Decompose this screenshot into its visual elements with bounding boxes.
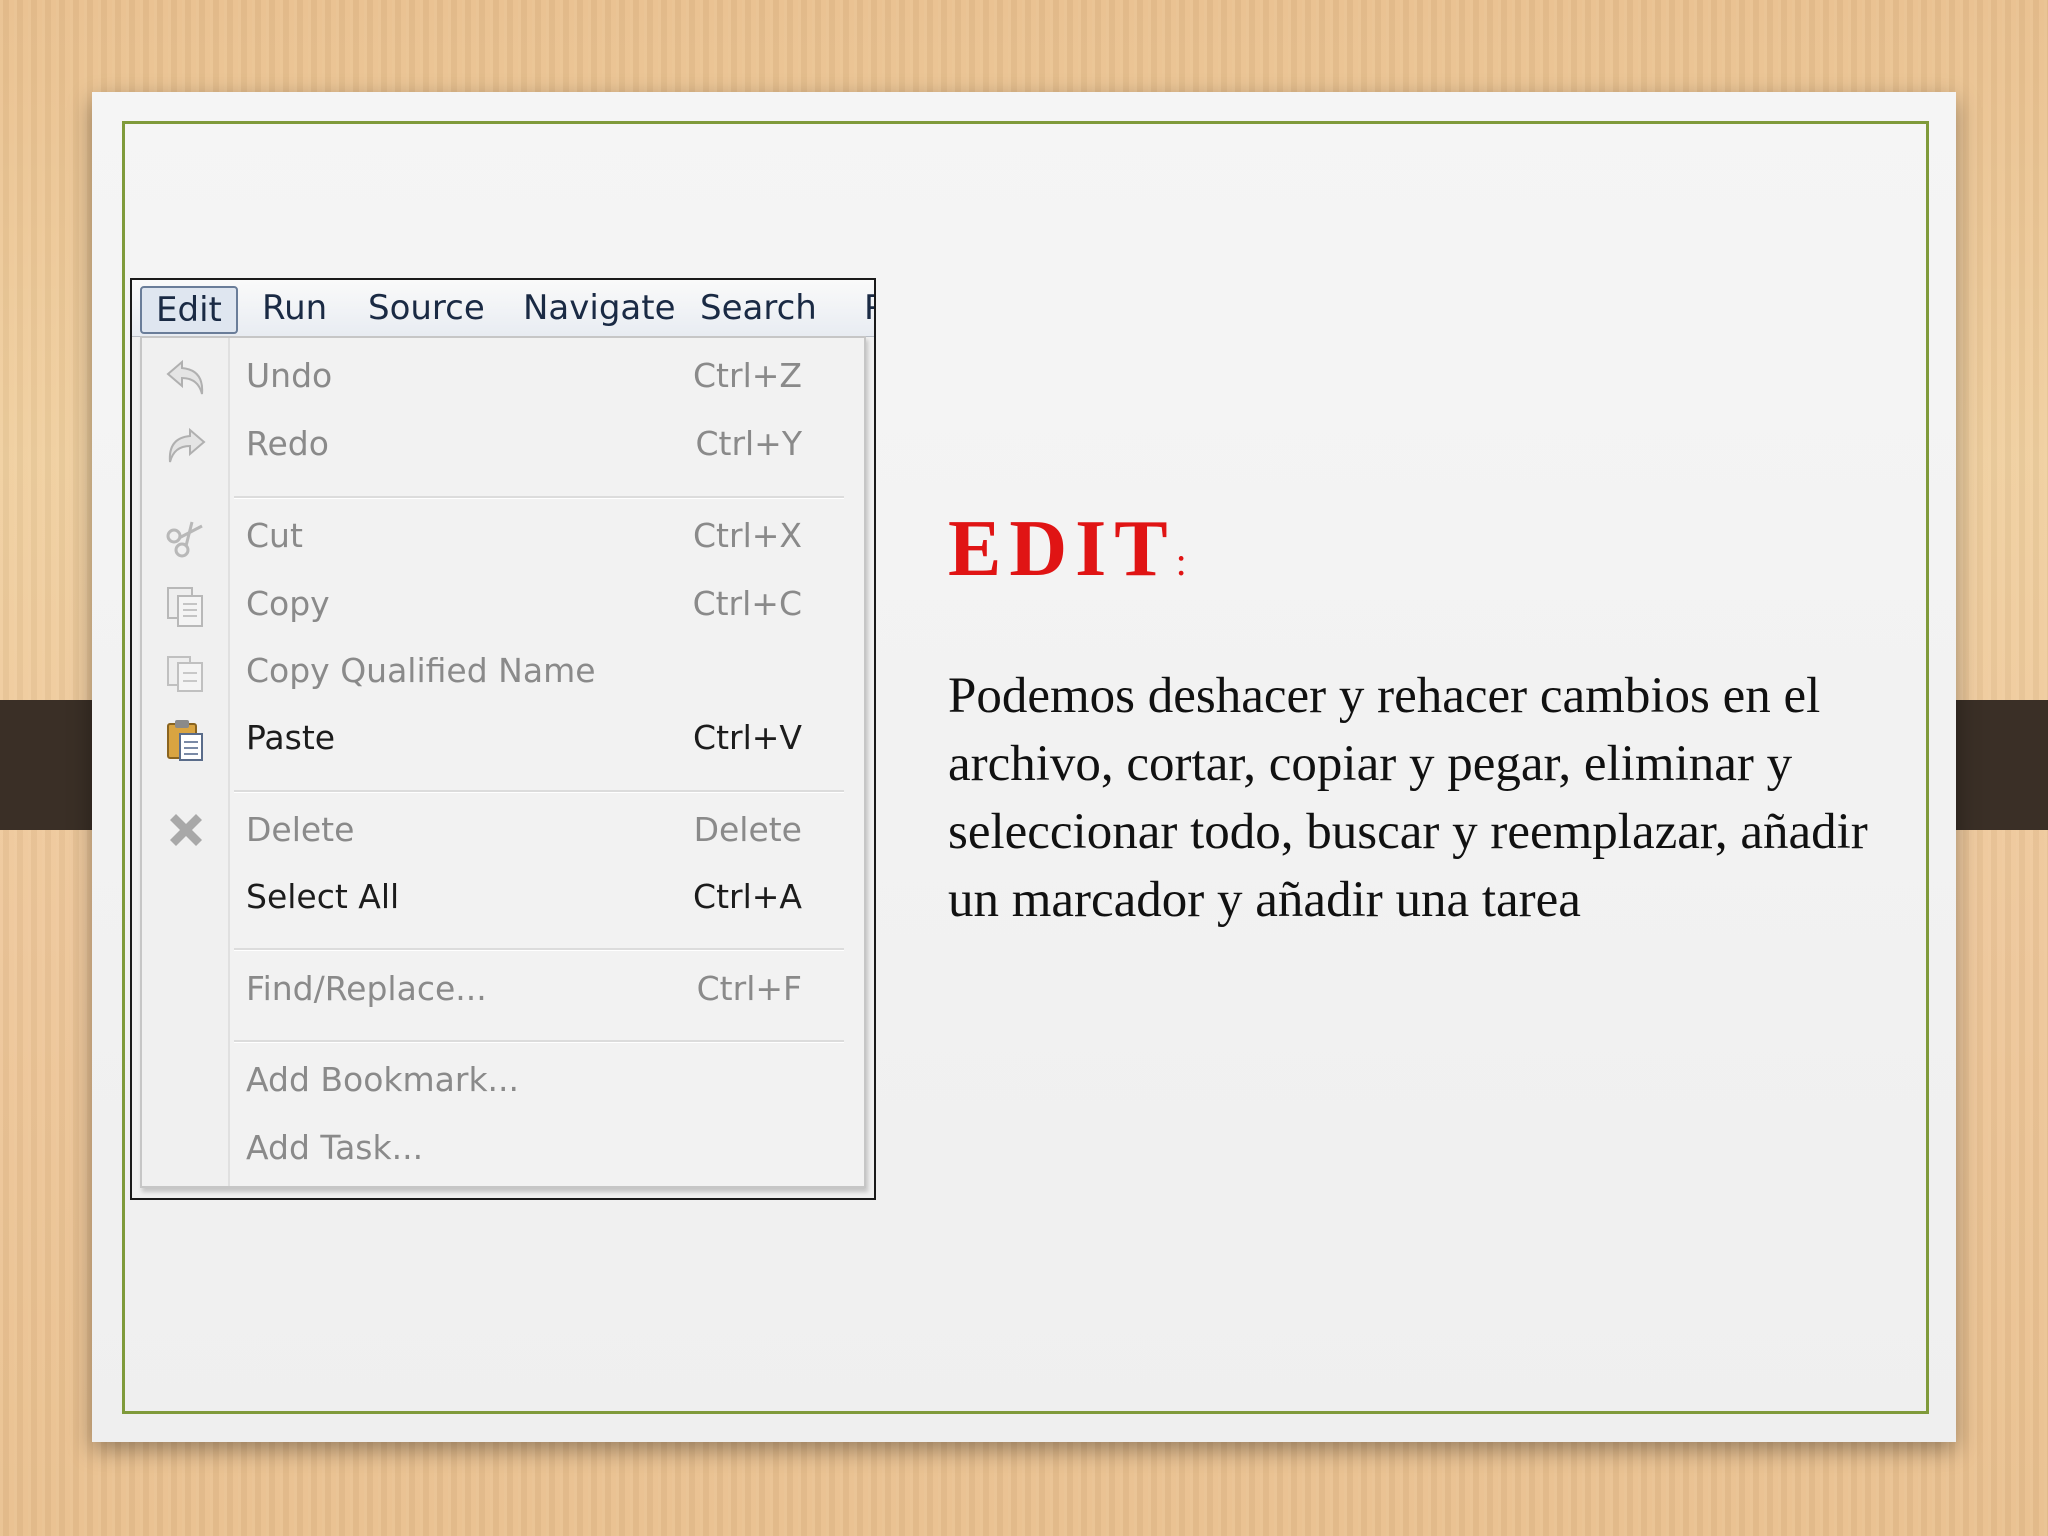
menu-item-paste[interactable]: Paste Ctrl+V [142, 708, 862, 772]
scissors-icon [162, 516, 210, 560]
menu-item-shortcut: Ctrl+F [696, 969, 802, 1008]
menu-item-shortcut: Delete [693, 810, 802, 849]
menu-item-copy[interactable]: Copy Ctrl+C [142, 574, 862, 638]
menu-item-label: Copy [246, 584, 330, 623]
menu-item-label: Add Task... [246, 1128, 424, 1167]
menu-separator [234, 1040, 844, 1043]
slide-heading-text: EDIT [948, 505, 1176, 593]
menubar-project-cutoff[interactable]: P [858, 286, 874, 330]
menu-separator [234, 496, 844, 499]
menu-item-delete[interactable]: Delete Delete [142, 800, 862, 864]
slide-body-text: Podemos deshacer y rehacer cambios en el… [948, 668, 1868, 928]
menu-item-redo[interactable]: Redo Ctrl+Y [142, 414, 862, 478]
menu-item-label: Redo [246, 424, 329, 463]
menu-screenshot: Edit Run Source Navigate Search P Undo C… [130, 278, 876, 1200]
menu-item-shortcut: Ctrl+C [692, 584, 802, 623]
menu-separator [234, 790, 844, 793]
menu-separator [234, 948, 844, 951]
edit-dropdown-menu: Undo Ctrl+Z Redo Ctrl+Y Cut Ctrl+X Copy … [140, 336, 866, 1188]
copy-qualified-name-icon [162, 651, 210, 695]
menu-item-copy-qualified-name[interactable]: Copy Qualified Name [142, 641, 862, 705]
menu-item-label: Copy Qualified Name [246, 651, 596, 690]
menu-item-undo[interactable]: Undo Ctrl+Z [142, 346, 862, 410]
copy-icon [162, 584, 210, 628]
undo-icon [162, 356, 210, 400]
menubar-source[interactable]: Source [362, 286, 491, 330]
slide-heading-colon: : [1175, 539, 1187, 584]
menu-item-label: Cut [246, 516, 303, 555]
menubar-search[interactable]: Search [694, 286, 823, 330]
menu-item-add-task[interactable]: Add Task... [142, 1118, 862, 1182]
menu-item-find-replace[interactable]: Find/Replace... Ctrl+F [142, 959, 862, 1023]
menubar-run[interactable]: Run [256, 286, 333, 330]
menu-item-label: Add Bookmark... [246, 1060, 520, 1099]
menu-item-cut[interactable]: Cut Ctrl+X [142, 506, 862, 570]
slide: Edit Run Source Navigate Search P Undo C… [92, 92, 1956, 1442]
menu-item-shortcut: Ctrl+Z [693, 356, 802, 395]
menu-item-label: Delete [246, 810, 355, 849]
menu-item-shortcut: Ctrl+V [693, 718, 802, 757]
menu-item-shortcut: Ctrl+A [693, 877, 802, 916]
redo-icon [162, 424, 210, 468]
delete-x-icon [162, 810, 210, 854]
menubar-edit[interactable]: Edit [140, 286, 238, 334]
menu-item-select-all[interactable]: Select All Ctrl+A [142, 867, 862, 931]
menu-item-add-bookmark[interactable]: Add Bookmark... [142, 1050, 862, 1114]
slide-heading: EDIT: [948, 504, 1187, 595]
menubar-navigate[interactable]: Navigate [517, 286, 682, 330]
menubar: Edit Run Source Navigate Search P [132, 280, 874, 337]
menu-item-label: Select All [246, 877, 400, 916]
menu-item-shortcut: Ctrl+X [693, 516, 802, 555]
menu-item-shortcut: Ctrl+Y [695, 424, 802, 463]
menu-item-label: Paste [246, 718, 336, 757]
menu-item-label: Find/Replace... [246, 969, 487, 1008]
paste-icon [162, 718, 210, 762]
menu-item-label: Undo [246, 356, 333, 395]
